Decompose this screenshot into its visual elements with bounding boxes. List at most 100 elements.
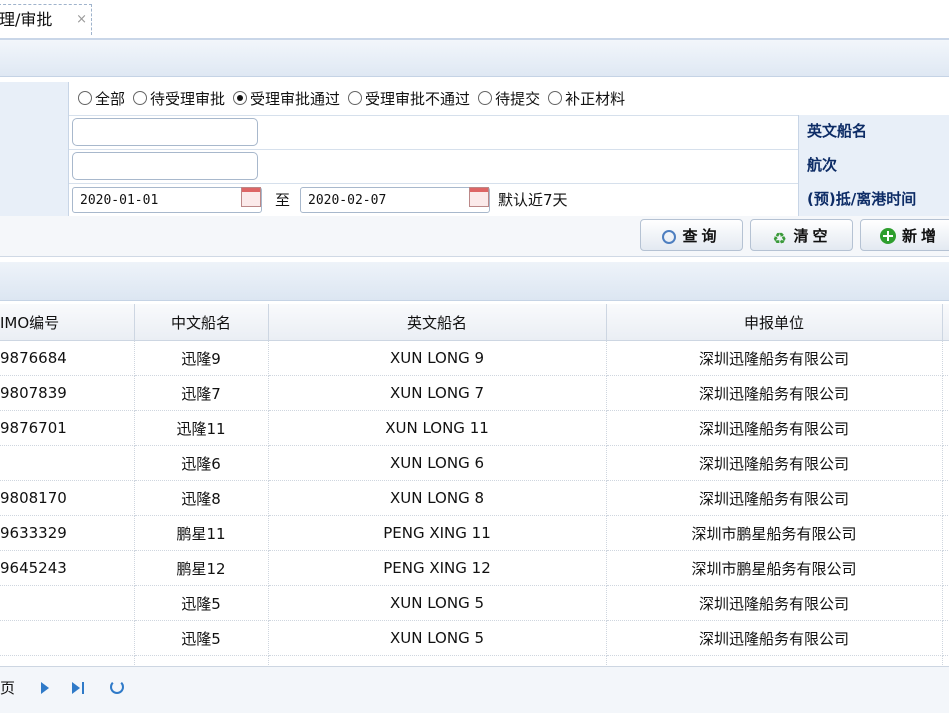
table-row[interactable]: 9876684 迅隆9 XUN LONG 9 深圳迅隆船务有限公司 bbox=[0, 340, 949, 376]
table-row[interactable]: 迅隆5 XUN LONG 5 深圳迅隆船务有限公司 bbox=[0, 620, 949, 656]
refresh-icon[interactable] bbox=[110, 680, 124, 694]
cell-extra bbox=[942, 340, 949, 376]
table-header-row: IMO编号 中文船名 英文船名 申报单位 bbox=[0, 304, 949, 341]
cell-company: 深圳迅隆船务有限公司 bbox=[606, 340, 943, 376]
add-label: 新增 bbox=[901, 227, 940, 245]
cell-ship-en: XUN LONG 7 bbox=[268, 375, 607, 411]
cell-ship-en: XUN LONG 11 bbox=[268, 410, 607, 446]
col-header-company[interactable]: 申报单位 bbox=[606, 304, 943, 341]
cell-ship-en: PENG XING 12 bbox=[268, 550, 607, 586]
last-page-icon[interactable] bbox=[72, 682, 86, 694]
cell-extra bbox=[942, 410, 949, 446]
cell-ship-cn: 迅隆8 bbox=[134, 480, 269, 516]
radio-label: 待受理审批 bbox=[150, 90, 226, 108]
radio-button-icon[interactable] bbox=[478, 91, 493, 105]
tab-approval[interactable]: 理/审批 × bbox=[0, 4, 92, 35]
radio-button-icon[interactable] bbox=[548, 91, 563, 105]
date-to-separator: 至 bbox=[275, 191, 291, 209]
col-header-ship-en[interactable]: 英文船名 bbox=[268, 304, 607, 341]
cell-imo: 9645243 bbox=[0, 550, 135, 586]
table-row[interactable]: 迅隆6 XUN LONG 6 深圳迅隆船务有限公司 bbox=[0, 445, 949, 481]
voyage-input[interactable] bbox=[72, 152, 258, 180]
clear-label: 清空 bbox=[793, 227, 832, 245]
cell-ship-cn: 迅隆6 bbox=[134, 445, 269, 481]
cell-company: 深圳迅隆船务有限公司 bbox=[606, 585, 943, 621]
cell-company: 深圳迅隆船务有限公司 bbox=[606, 410, 943, 446]
cell-imo bbox=[0, 620, 135, 656]
cell-ship-en: XUN LONG 5 bbox=[268, 620, 607, 656]
voyage-label: 航次 bbox=[798, 149, 949, 183]
col-header-extra bbox=[942, 304, 949, 341]
table-row[interactable]: 9633329 鹏星11 PENG XING 11 深圳市鹏星船务有限公司 bbox=[0, 515, 949, 551]
radio-label: 全部 bbox=[95, 90, 126, 108]
radio-button-icon[interactable] bbox=[78, 91, 92, 105]
col-header-ship-cn[interactable]: 中文船名 bbox=[134, 304, 269, 341]
radio-button-icon[interactable] bbox=[348, 91, 363, 105]
status-radio-option[interactable]: 全部 bbox=[78, 88, 125, 109]
form-row-voyage: 航次 bbox=[0, 149, 949, 184]
label-cell bbox=[0, 183, 69, 216]
form-row-date: 2020-01-01 至 2020-02-07 默认近7天 (预)抵/离港时间 bbox=[0, 183, 949, 217]
date-to-input[interactable]: 2020-02-07 bbox=[300, 187, 490, 213]
cell-ship-en: PENG XING 11 bbox=[268, 515, 607, 551]
next-page-icon[interactable] bbox=[41, 682, 49, 694]
cell-company: 深圳迅隆船务有限公司 bbox=[606, 445, 943, 481]
radio-button-icon[interactable] bbox=[133, 91, 148, 105]
ship-cn-input[interactable] bbox=[72, 118, 258, 146]
calendar-icon[interactable] bbox=[241, 187, 261, 207]
tab-label: 理/审批 bbox=[0, 10, 53, 29]
search-icon bbox=[662, 230, 677, 244]
form-row-status: 全部 待受理审批 受理审批通过 受理审批不通过 待提交 补正材料 bbox=[0, 82, 949, 116]
cell-imo: 9876684 bbox=[0, 340, 135, 376]
cell-company: 深圳市鹏星船务有限公司 bbox=[606, 550, 943, 586]
ship-en-label: 英文船名 bbox=[798, 115, 949, 149]
cell-company: 深圳迅隆船务有限公司 bbox=[606, 375, 943, 411]
radio-label: 补正材料 bbox=[565, 90, 626, 108]
status-radio-option[interactable]: 待提交 bbox=[478, 88, 540, 109]
cell-ship-cn: 鹏星12 bbox=[134, 550, 269, 586]
label-cell bbox=[0, 115, 69, 149]
cell-ship-cn: 迅隆5 bbox=[134, 585, 269, 621]
recycle-icon: ♻ bbox=[772, 229, 787, 248]
status-radio-option[interactable]: 受理审批不通过 bbox=[348, 88, 470, 109]
cell-ship-en: XUN LONG 6 bbox=[268, 445, 607, 481]
label-cell bbox=[0, 82, 69, 115]
table-row[interactable]: 9808170 迅隆8 XUN LONG 8 深圳迅隆船务有限公司 bbox=[0, 480, 949, 516]
table-row[interactable]: 9876701 迅隆11 XUN LONG 11 深圳迅隆船务有限公司 bbox=[0, 410, 949, 446]
results-table: IMO编号 中文船名 英文船名 申报单位 9876684 迅隆9 XUN LONG … bbox=[0, 304, 949, 691]
col-header-imo[interactable]: IMO编号 bbox=[0, 304, 135, 341]
radio-button-icon[interactable] bbox=[233, 91, 248, 105]
button-bar: 查询 ♻ 清空 新增 bbox=[0, 216, 949, 257]
tab-strip: 理/审批 × bbox=[0, 0, 949, 40]
cell-ship-en: XUN LONG 9 bbox=[268, 340, 607, 376]
query-button[interactable]: 查询 bbox=[640, 219, 743, 251]
add-button[interactable]: 新增 bbox=[860, 219, 949, 251]
table-row[interactable]: 9807839 迅隆7 XUN LONG 7 深圳迅隆船务有限公司 bbox=[0, 375, 949, 411]
calendar-icon[interactable] bbox=[469, 187, 489, 207]
cell-imo bbox=[0, 585, 135, 621]
cell-extra bbox=[942, 620, 949, 656]
status-radio-option[interactable]: 待受理审批 bbox=[133, 88, 225, 109]
cell-extra bbox=[942, 550, 949, 586]
table-row[interactable]: 迅隆5 XUN LONG 5 深圳迅隆船务有限公司 bbox=[0, 585, 949, 621]
time-label: (预)抵/离港时间 bbox=[798, 183, 949, 216]
radio-label: 待提交 bbox=[495, 90, 541, 108]
label-cell bbox=[0, 149, 69, 183]
cell-ship-en: XUN LONG 5 bbox=[268, 585, 607, 621]
date-from-input[interactable]: 2020-01-01 bbox=[72, 187, 262, 213]
date-hint: 默认近7天 bbox=[498, 191, 568, 209]
status-radio-option[interactable]: 补正材料 bbox=[548, 88, 625, 109]
clear-button[interactable]: ♻ 清空 bbox=[750, 219, 853, 251]
cell-imo: 9807839 bbox=[0, 375, 135, 411]
cell-ship-cn: 迅隆5 bbox=[134, 620, 269, 656]
table-row[interactable]: 9645243 鹏星12 PENG XING 12 深圳市鹏星船务有限公司 bbox=[0, 550, 949, 586]
cell-company: 深圳市鹏星船务有限公司 bbox=[606, 515, 943, 551]
cell-extra bbox=[942, 480, 949, 516]
status-radio-group: 全部 待受理审批 受理审批通过 受理审批不通过 待提交 补正材料 bbox=[78, 88, 633, 109]
pager-text: 页 bbox=[0, 679, 16, 697]
close-icon[interactable]: × bbox=[76, 5, 87, 35]
cell-imo: 9808170 bbox=[0, 480, 135, 516]
status-radio-option[interactable]: 受理审批通过 bbox=[233, 88, 340, 109]
grid-header-band bbox=[0, 262, 949, 301]
form-row-ship: 英文船名 bbox=[0, 115, 949, 150]
